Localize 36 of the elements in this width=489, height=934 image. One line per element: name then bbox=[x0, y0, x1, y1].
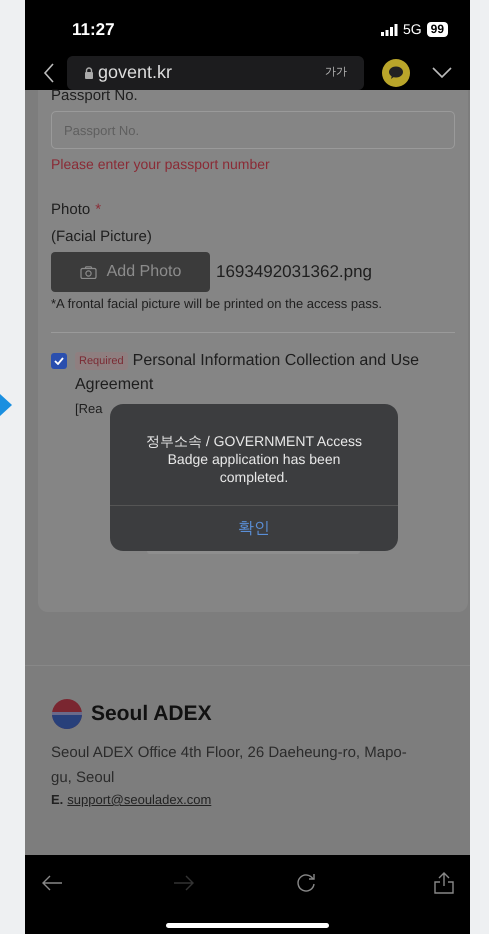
chevron-down-icon[interactable] bbox=[432, 66, 452, 78]
camera-icon bbox=[80, 266, 97, 278]
back-icon[interactable] bbox=[43, 62, 55, 82]
error-message: Please enter your passport number bbox=[51, 155, 271, 174]
required-badge: Required bbox=[75, 352, 128, 370]
url-text: govent.kr bbox=[98, 61, 172, 84]
network-type: 5G bbox=[402, 20, 422, 39]
agreement-checkbox[interactable] bbox=[51, 352, 67, 368]
field-label: Passport No. bbox=[51, 88, 139, 103]
arrow-icon bbox=[0, 394, 12, 416]
reload-icon[interactable] bbox=[295, 872, 317, 894]
text-size-button[interactable]: 가가 bbox=[325, 64, 347, 81]
brand-name: Seoul ADEX bbox=[91, 701, 212, 728]
dialog-message: 정부소속 / GOVERNMENT Access Badge application has been completed. bbox=[145, 432, 363, 487]
required-mark: * bbox=[95, 200, 102, 220]
file-name: 1693492031362.png bbox=[216, 261, 372, 284]
agreement-label: Personal Information Collection and Use bbox=[132, 350, 420, 370]
photo-note: *A frontal facial picture will be printed on the access pass. bbox=[51, 295, 383, 313]
field-label: Photo bbox=[51, 200, 90, 220]
logo-icon bbox=[51, 698, 83, 730]
address-bar[interactable]: govent.kr 가가 bbox=[67, 56, 364, 90]
status-time: 11:27 bbox=[72, 18, 115, 41]
signal-icon bbox=[380, 24, 398, 36]
back-arrow-icon[interactable] bbox=[41, 875, 63, 891]
email-link[interactable]: support@seouladex.com bbox=[67, 790, 212, 810]
agreement-label: Agreement bbox=[75, 374, 154, 394]
field-sublabel: (Facial Picture) bbox=[51, 226, 153, 246]
lock-icon bbox=[84, 66, 94, 78]
confirm-button[interactable]: 확인 bbox=[110, 506, 398, 551]
battery-level: 99 bbox=[426, 22, 448, 37]
chat-bubble-icon[interactable] bbox=[382, 58, 410, 86]
email-label: E. bbox=[51, 791, 64, 809]
add-photo-button[interactable]: Add Photo bbox=[51, 252, 210, 292]
share-icon[interactable] bbox=[434, 872, 454, 894]
address-text: Seoul ADEX Office 4th Floor, 26 Daeheung-ro, Mapo-gu, Seoul bbox=[51, 743, 408, 788]
checkmark-icon bbox=[54, 356, 64, 364]
